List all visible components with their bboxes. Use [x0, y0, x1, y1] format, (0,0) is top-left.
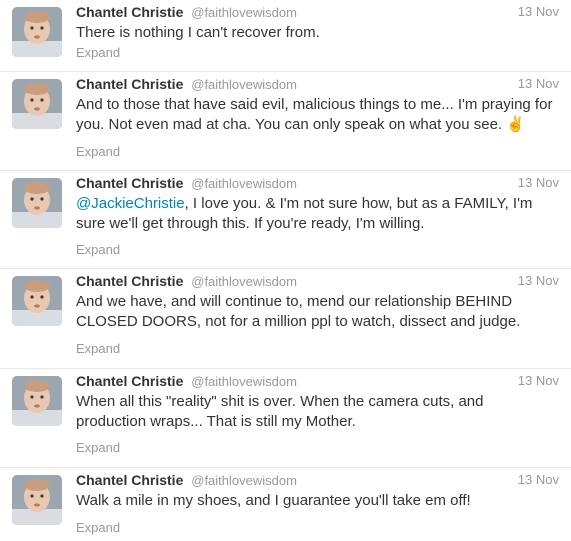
timestamp[interactable]: 13 Nov	[518, 372, 559, 390]
avatar[interactable]	[12, 79, 62, 129]
tweet-header: Chantel Christie @faithlovewisdom	[76, 471, 559, 491]
mention-link[interactable]: @JackieChristie	[76, 195, 185, 212]
tweet[interactable]: Chantel Christie @faithlovewisdom 13 Nov…	[0, 171, 571, 269]
tweet-text: There is nothing I can't recover from.	[76, 24, 320, 41]
avatar[interactable]	[12, 475, 62, 525]
user-handle[interactable]: @faithlovewisdom	[191, 374, 297, 389]
user-handle[interactable]: @faithlovewisdom	[191, 274, 297, 289]
user-name[interactable]: Chantel Christie	[76, 76, 183, 92]
avatar[interactable]	[12, 276, 62, 326]
tweet[interactable]: Chantel Christie @faithlovewisdom 13 Nov…	[0, 0, 571, 72]
user-handle[interactable]: @faithlovewisdom	[191, 176, 297, 191]
user-name[interactable]: Chantel Christie	[76, 373, 183, 389]
user-handle[interactable]: @faithlovewisdom	[191, 473, 297, 488]
avatar[interactable]	[12, 178, 62, 228]
avatar[interactable]	[12, 376, 62, 426]
tweet-text: When all this "reality" shit is over. Wh…	[76, 393, 484, 430]
tweet-text: And to those that have said evil, malici…	[76, 96, 553, 133]
user-handle[interactable]: @faithlovewisdom	[191, 5, 297, 20]
tweet-text: @JackieChristie, I love you. & I'm not s…	[76, 194, 557, 234]
tweet[interactable]: Chantel Christie @faithlovewisdom 13 Nov…	[0, 269, 571, 369]
expand-link[interactable]: Expand	[76, 440, 120, 456]
expand-link[interactable]: Expand	[76, 520, 120, 536]
tweet[interactable]: Chantel Christie @faithlovewisdom 13 Nov…	[0, 72, 571, 171]
tweet[interactable]: Chantel Christie @faithlovewisdom 13 Nov…	[0, 468, 571, 541]
tweet-header: Chantel Christie @faithlovewisdom	[76, 75, 559, 95]
tweet-text: And we have, and will continue to, mend …	[76, 293, 521, 330]
expand-link[interactable]: Expand	[76, 144, 120, 160]
user-name[interactable]: Chantel Christie	[76, 175, 183, 191]
expand-link[interactable]: Expand	[76, 341, 120, 357]
tweet-text: Walk a mile in my shoes, and I guarantee…	[76, 492, 471, 509]
avatar[interactable]	[12, 7, 62, 57]
user-name[interactable]: Chantel Christie	[76, 4, 183, 20]
tweet-header: Chantel Christie @faithlovewisdom	[76, 372, 559, 392]
timestamp[interactable]: 13 Nov	[518, 471, 559, 489]
expand-link[interactable]: Expand	[76, 45, 120, 61]
tweet-header: Chantel Christie @faithlovewisdom	[76, 272, 559, 292]
tweet-header: Chantel Christie @faithlovewisdom	[76, 174, 559, 194]
user-name[interactable]: Chantel Christie	[76, 273, 183, 289]
tweet[interactable]: Chantel Christie @faithlovewisdom 13 Nov…	[0, 369, 571, 468]
user-name[interactable]: Chantel Christie	[76, 472, 183, 488]
tweet-feed: Chantel Christie @faithlovewisdom 13 Nov…	[0, 0, 571, 541]
timestamp[interactable]: 13 Nov	[518, 75, 559, 93]
user-handle[interactable]: @faithlovewisdom	[191, 77, 297, 92]
timestamp[interactable]: 13 Nov	[518, 174, 559, 192]
timestamp[interactable]: 13 Nov	[518, 3, 559, 21]
timestamp[interactable]: 13 Nov	[518, 272, 559, 290]
expand-link[interactable]: Expand	[76, 242, 120, 258]
tweet-header: Chantel Christie @faithlovewisdom	[76, 3, 559, 23]
